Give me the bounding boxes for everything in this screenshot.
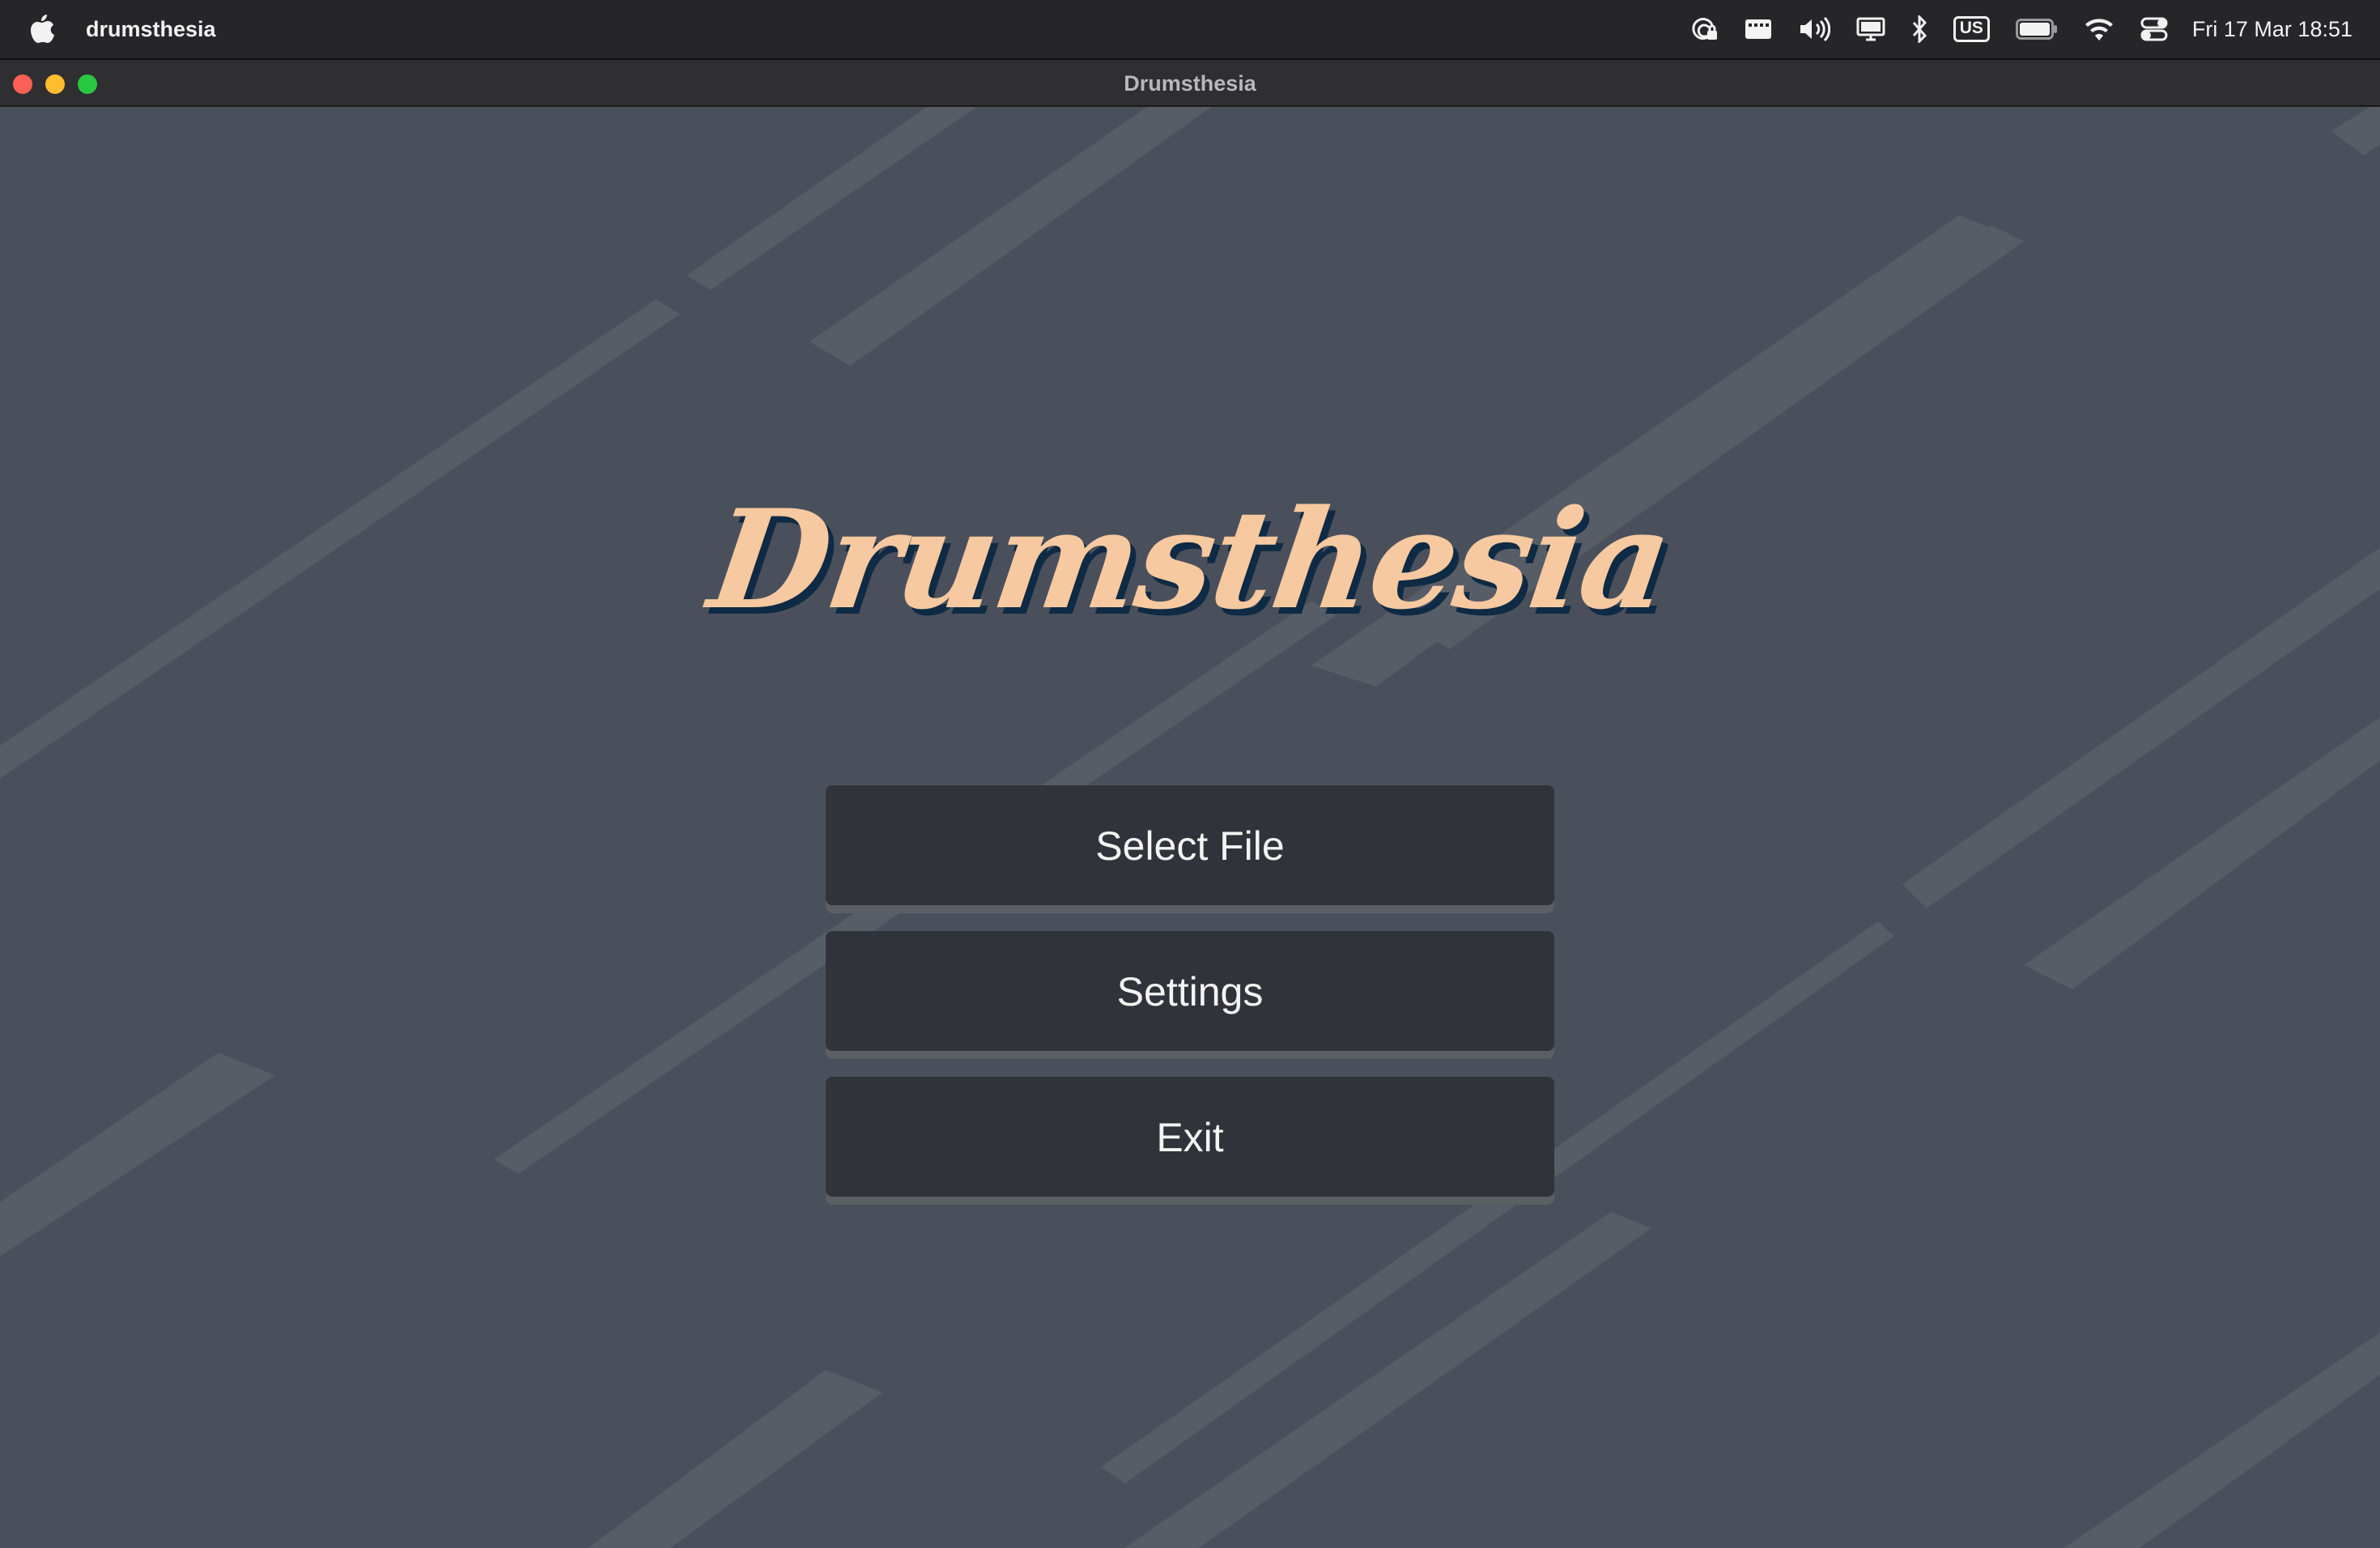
keyboard-brightness-icon[interactable]	[1745, 0, 1772, 58]
logo-title: Drumsthesia	[700, 479, 1680, 640]
main-menu: Select File Settings Exit	[826, 785, 1554, 1223]
settings-button[interactable]: Settings	[826, 931, 1554, 1059]
app-window: Drumsthesia Drumsthesia Select File Sett…	[0, 58, 2380, 1548]
battery-icon[interactable]	[2015, 0, 2058, 58]
active-app-name[interactable]: drumsthesia	[86, 0, 216, 58]
screen-lock-icon[interactable]	[1689, 0, 1719, 58]
select-file-button[interactable]: Select File	[826, 785, 1554, 913]
menu-bar-clock[interactable]: Fri 17 Mar 18:51	[2192, 17, 2352, 42]
window-title-bar[interactable]: Drumsthesia	[0, 60, 2380, 107]
main-menu-screen: Drumsthesia Select File Settings Exit	[0, 107, 2380, 1548]
display-icon[interactable]	[1856, 0, 1885, 58]
menu-bar: drumsthesia US Fri 17 Mar 18:51	[0, 0, 2380, 58]
bluetooth-icon[interactable]	[1911, 0, 1927, 58]
window-title: Drumsthesia	[1124, 71, 1256, 96]
logo: Drumsthesia	[0, 479, 2380, 640]
status-menu-items: US Fri 17 Mar 18:51	[1664, 0, 2352, 58]
wifi-icon[interactable]	[2084, 0, 2114, 58]
volume-icon[interactable]	[1798, 0, 1830, 58]
input-source-icon[interactable]: US	[1953, 0, 1990, 58]
keyboard-layout-badge: US	[1953, 16, 1990, 42]
control-center-icon[interactable]	[2140, 0, 2168, 58]
apple-icon[interactable]	[28, 11, 57, 47]
exit-button[interactable]: Exit	[826, 1077, 1554, 1205]
